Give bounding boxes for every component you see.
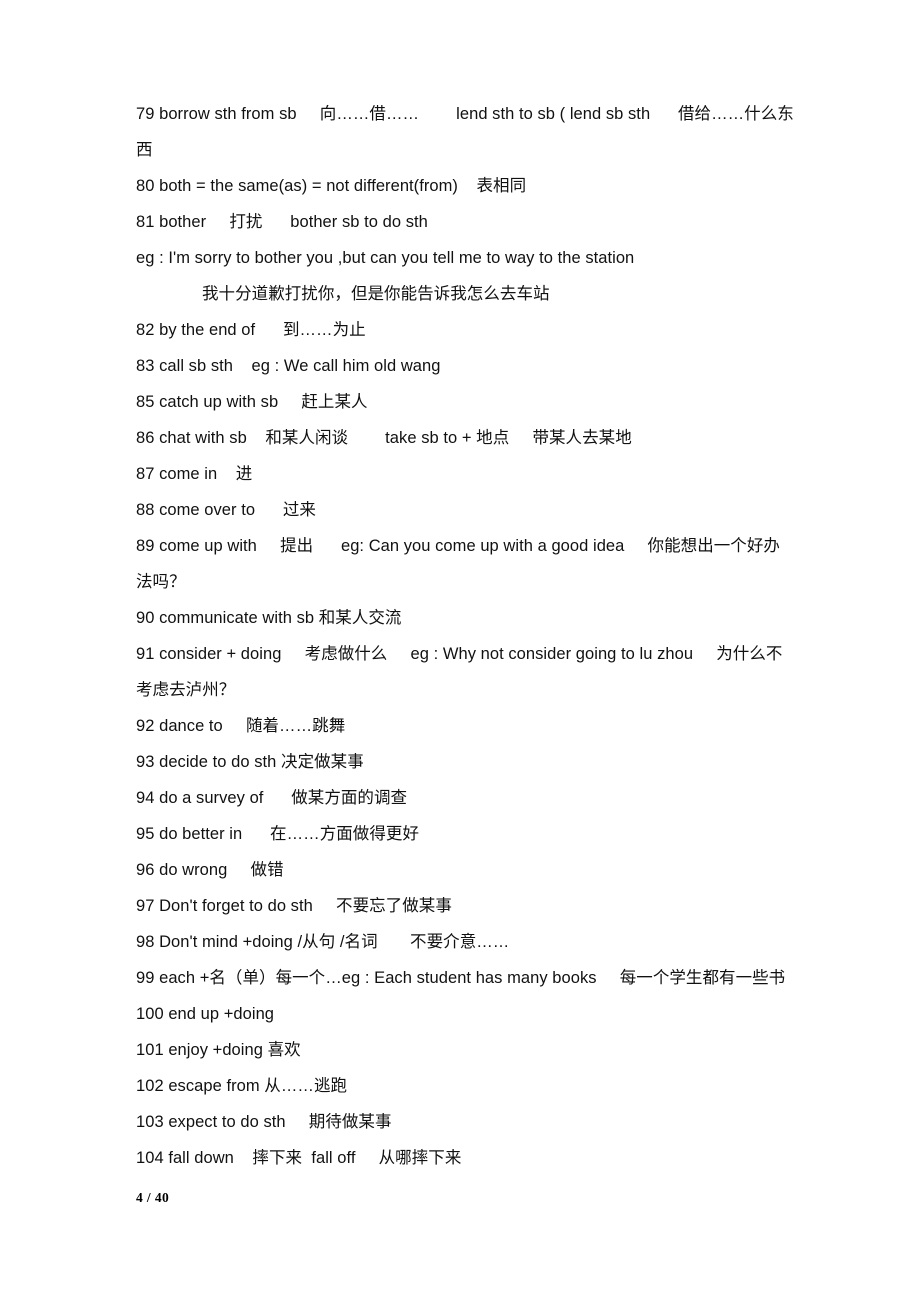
text-line: 92 dance to 随着……跳舞 bbox=[136, 717, 346, 735]
text-line: 82 by the end of 到……为止 bbox=[136, 321, 366, 339]
text-line: 87 come in 进 bbox=[136, 465, 253, 483]
text-line: 80 both = the same(as) = not different(f… bbox=[136, 177, 527, 195]
text-line: 95 do better in 在……方面做得更好 bbox=[136, 825, 419, 843]
text-line: 93 decide to do sth 决定做某事 bbox=[136, 753, 364, 771]
text-line: eg : I'm sorry to bother you ,but can yo… bbox=[136, 249, 635, 267]
text-line: 89 come up with 提出 eg: Can you come up w… bbox=[136, 537, 780, 591]
document-body: 79 borrow sth from sb 向……借…… lend sth to… bbox=[136, 96, 794, 1176]
text-line: 79 borrow sth from sb 向……借…… lend sth to… bbox=[136, 105, 794, 159]
page-number-footer: 4 / 40 bbox=[136, 1190, 170, 1205]
text-line: 85 catch up with sb 赶上某人 bbox=[136, 393, 368, 411]
text-line: 101 enjoy +doing 喜欢 bbox=[136, 1041, 301, 1059]
text-line: 91 consider + doing 考虑做什么 eg : Why not c… bbox=[136, 645, 783, 699]
text-line: 我十分道歉打扰你，但是你能告诉我怎么去车站 bbox=[202, 285, 550, 303]
text-line: 83 call sb sth eg : We call him old wang bbox=[136, 357, 441, 375]
text-line: 97 Don't forget to do sth 不要忘了做某事 bbox=[136, 897, 452, 915]
text-line: 103 expect to do sth 期待做某事 bbox=[136, 1113, 392, 1131]
text-line: 94 do a survey of 做某方面的调查 bbox=[136, 789, 408, 807]
document-page: 79 borrow sth from sb 向……借…… lend sth to… bbox=[0, 0, 920, 1302]
text-line: 96 do wrong 做错 bbox=[136, 861, 284, 879]
text-line: 104 fall down 摔下来 fall off 从哪摔下来 bbox=[136, 1149, 462, 1167]
text-line: 88 come over to 过来 bbox=[136, 501, 316, 519]
text-line: 81 bother 打扰 bother sb to do sth bbox=[136, 213, 428, 231]
text-line: 86 chat with sb 和某人闲谈 take sb to + 地点 带某… bbox=[136, 429, 632, 447]
text-line: 98 Don't mind +doing /从句 /名词 不要介意…… bbox=[136, 933, 510, 951]
text-line: 102 escape from 从……逃跑 bbox=[136, 1077, 348, 1095]
text-line: 99 each +名（单）每一个…eg : Each student has m… bbox=[136, 969, 795, 1023]
text-line: 90 communicate with sb 和某人交流 bbox=[136, 609, 402, 627]
